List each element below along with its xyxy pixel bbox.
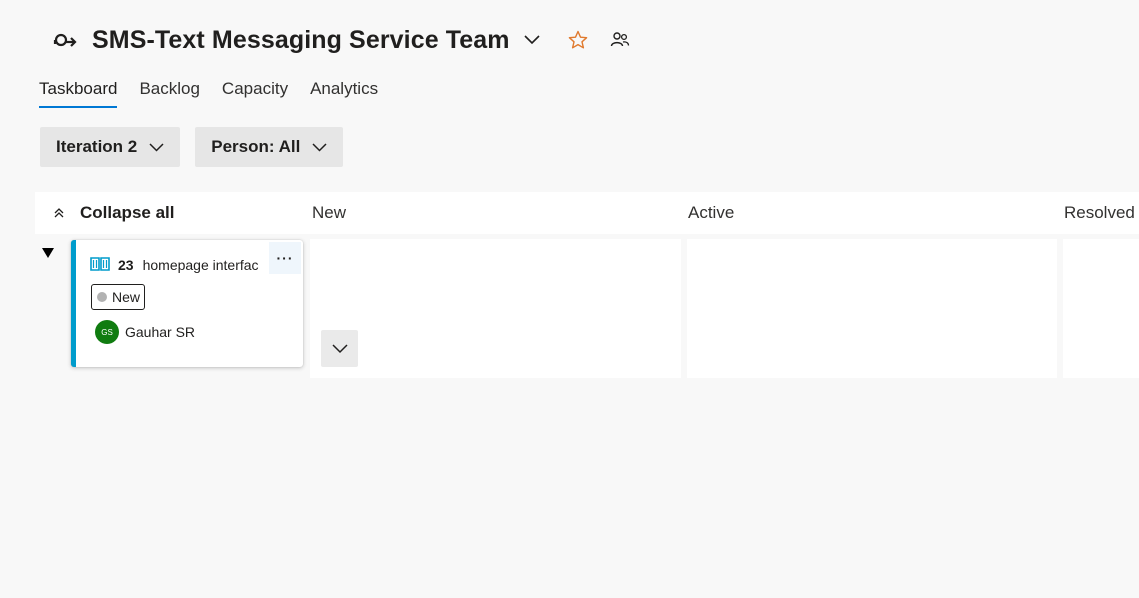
cell-resolved [1063, 239, 1139, 378]
more-actions-button[interactable]: ··· [269, 242, 301, 274]
person-dropdown-label: Person: All [211, 137, 301, 156]
tab-capacity[interactable]: Capacity [222, 78, 288, 108]
work-item-id: 23 [118, 257, 134, 273]
cell-chevron-down-button[interactable] [321, 330, 358, 367]
tab-analytics[interactable]: Analytics [310, 78, 378, 108]
card-header: 23 homepage interfac [90, 256, 270, 274]
chevron-down-icon [312, 142, 327, 152]
cell-new [310, 239, 681, 378]
assignee-name: Gauhar SR [125, 324, 196, 340]
filter-bar: Iteration 2 Person: All [40, 127, 358, 167]
iteration-dropdown[interactable]: Iteration 2 [40, 127, 181, 167]
page-title: SMS-Text Messaging Service Team [92, 25, 510, 54]
tab-backlog[interactable]: Backlog [139, 78, 199, 108]
person-dropdown[interactable]: Person: All [195, 127, 344, 167]
work-item-title[interactable]: homepage interfac [143, 257, 259, 273]
board-column-header: Collapse all New Active Resolved [35, 192, 1139, 234]
double-chevron-up-icon [53, 207, 67, 219]
column-header-resolved: Resolved [1064, 203, 1135, 222]
work-item-card[interactable]: 23 homepage interfac ··· New GS Gauhar S… [71, 240, 303, 367]
collapse-all-button[interactable]: Collapse all [53, 192, 174, 234]
avatar: GS [95, 320, 119, 344]
state-dropdown[interactable]: New [91, 284, 146, 310]
tab-taskboard[interactable]: Taskboard [39, 78, 118, 108]
user-story-book-icon [90, 256, 112, 274]
team-rotate-icon [52, 30, 78, 50]
cell-active [687, 239, 1057, 378]
column-header-new: New [312, 203, 347, 222]
team-members-icon[interactable] [609, 29, 631, 51]
iteration-dropdown-label: Iteration 2 [56, 137, 138, 156]
page-header: SMS-Text Messaging Service Team [52, 22, 631, 58]
favorite-star-icon[interactable] [567, 29, 589, 51]
team-selector-chevron-icon[interactable] [522, 30, 542, 50]
hub-tabs: Taskboard Backlog Capacity Analytics [39, 78, 400, 108]
column-header-active: Active [688, 203, 735, 222]
state-dot-icon [97, 292, 107, 302]
state-label: New [112, 289, 141, 305]
chevron-down-icon [149, 142, 164, 152]
row-expand-toggle-icon[interactable] [41, 246, 57, 262]
collapse-all-label: Collapse all [80, 203, 175, 222]
assignee[interactable]: GS Gauhar SR [95, 320, 195, 344]
